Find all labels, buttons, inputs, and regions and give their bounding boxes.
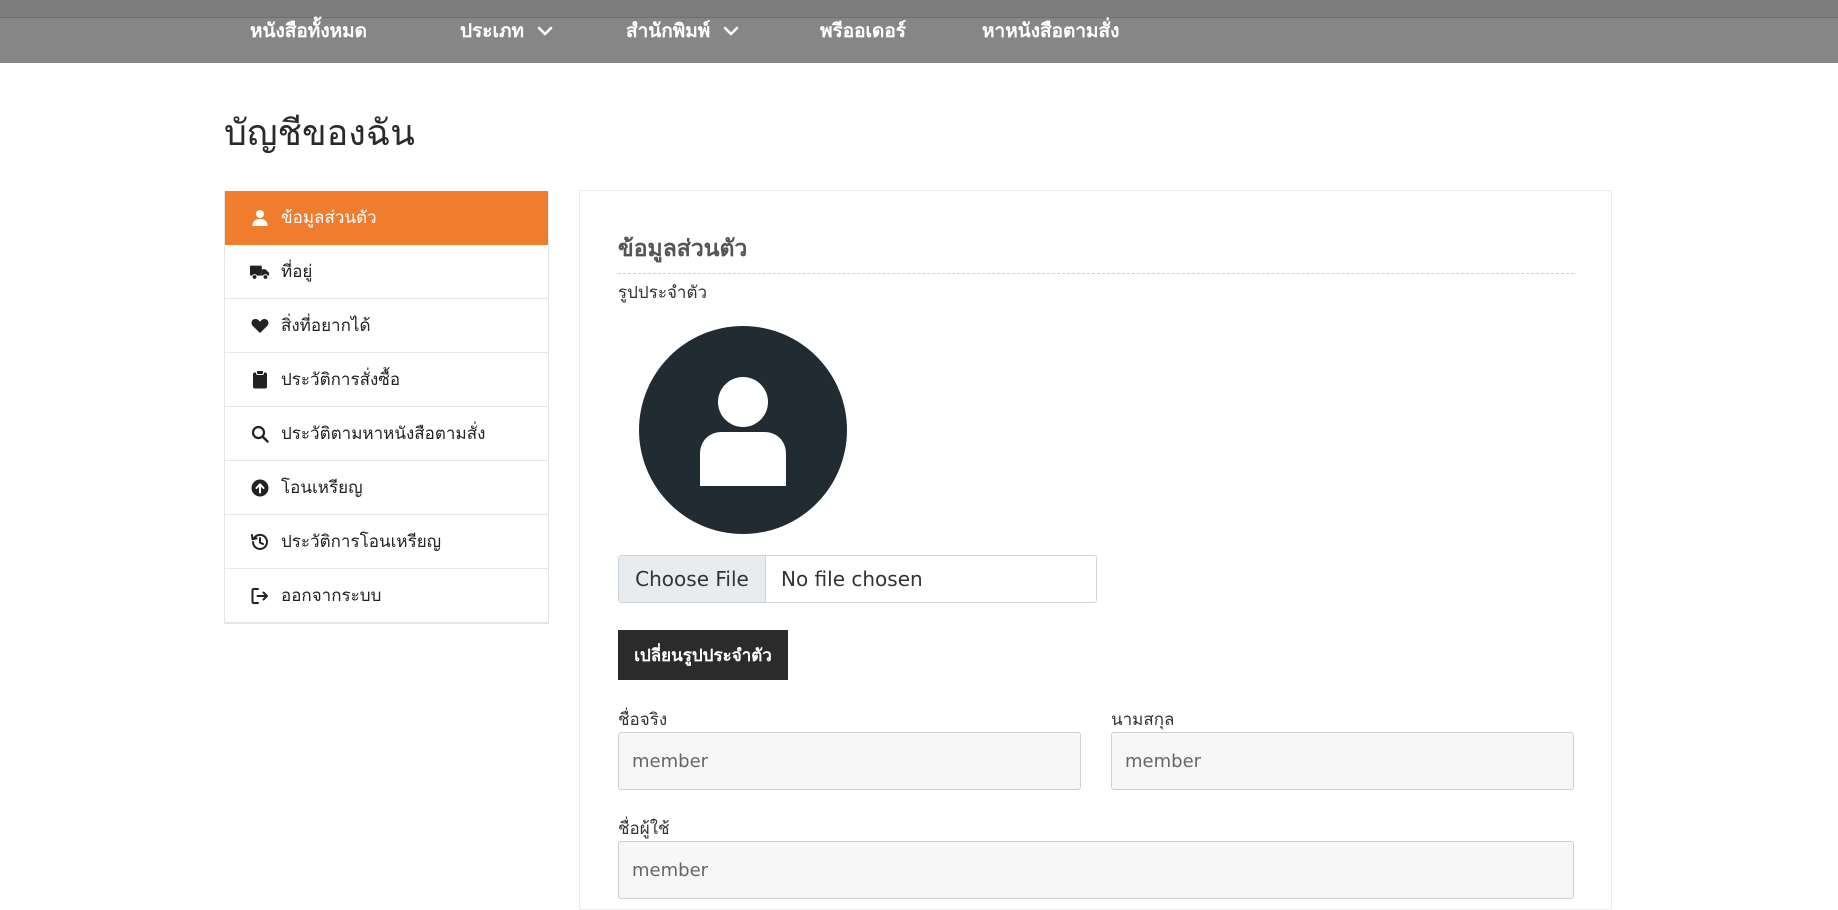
nav-all-books-label: หนังสือทั้งหมด — [250, 20, 367, 42]
sidebar-item-label: ที่อยู่ — [281, 262, 313, 282]
section-title: ข้อมูลส่วนตัว — [618, 236, 748, 262]
sidebar-item-wishlist[interactable]: สิ่งที่อยากได้ — [225, 299, 548, 353]
truck-icon — [250, 262, 270, 282]
nav-publisher[interactable]: สำนักพิมพ์ — [626, 17, 740, 45]
file-status: No file chosen — [781, 567, 923, 591]
sidebar-item-label: ประวัติการโอนเหรียญ — [281, 532, 442, 552]
history-icon — [250, 532, 270, 552]
avatar-file-input[interactable]: Choose File No file chosen — [618, 555, 1097, 603]
nav-category-label: ประเภท — [460, 20, 525, 42]
chevron-down-icon — [536, 22, 554, 40]
nav-all-books[interactable]: หนังสือทั้งหมด — [250, 17, 367, 45]
sidebar-item-label: โอนเหรียญ — [281, 478, 363, 498]
first-name-label: ชื่อจริง — [618, 710, 668, 730]
nav-find-book-label: หาหนังสือตามสั่ง — [982, 20, 1120, 42]
sidebar-item-transfer-coins[interactable]: โอนเหรียญ — [225, 461, 548, 515]
sidebar-item-label: ประวัติการสั่งซื้อ — [281, 370, 401, 390]
sidebar-item-label: ข้อมูลส่วนตัว — [281, 208, 377, 228]
account-sidebar: ข้อมูลส่วนตัว ที่อยู่ สิ่งที่อยากได้ ประ… — [224, 191, 549, 624]
sidebar-item-logout[interactable]: ออกจากระบบ — [225, 569, 548, 623]
profile-panel: ข้อมูลส่วนตัว รูปประจำตัว Choose File No… — [579, 190, 1612, 910]
sidebar-item-search-history[interactable]: ประวัติตามหาหนังสือตามสั่ง — [225, 407, 548, 461]
sidebar-item-label: ประวัติตามหาหนังสือตามสั่ง — [281, 424, 486, 444]
nav-publisher-label: สำนักพิมพ์ — [626, 20, 711, 42]
sidebar-item-transfer-history[interactable]: ประวัติการโอนเหรียญ — [225, 515, 548, 569]
last-name-field[interactable]: member — [1111, 732, 1574, 790]
last-name-label: นามสกุล — [1111, 710, 1175, 730]
page-title: บัญชีของฉัน — [224, 113, 415, 154]
first-name-value: member — [632, 750, 709, 772]
last-name-value: member — [1125, 750, 1202, 772]
sidebar-item-profile[interactable]: ข้อมูลส่วนตัว — [225, 191, 548, 245]
avatar-label: รูปประจำตัว — [618, 283, 708, 303]
username-field[interactable]: member — [618, 841, 1574, 899]
nav-preorder[interactable]: พรีออเดอร์ — [820, 17, 906, 45]
top-navbar: หนังสือทั้งหมด ประเภท สำนักพิมพ์ พรีออเด… — [0, 0, 1838, 63]
search-icon — [250, 424, 270, 444]
change-avatar-button[interactable]: เปลี่ยนรูปประจำตัว — [618, 630, 788, 680]
user-avatar-icon — [700, 377, 786, 486]
sidebar-item-label: สิ่งที่อยากได้ — [281, 316, 371, 336]
sidebar-item-label: ออกจากระบบ — [281, 586, 382, 606]
first-name-field[interactable]: member — [618, 732, 1081, 790]
choose-file-button[interactable]: Choose File — [619, 556, 766, 602]
sidebar-item-address[interactable]: ที่อยู่ — [225, 245, 548, 299]
logout-icon — [250, 586, 270, 606]
nav-find-book[interactable]: หาหนังสือตามสั่ง — [982, 17, 1119, 45]
heart-icon — [250, 316, 270, 336]
upload-circle-icon — [250, 478, 270, 498]
avatar — [639, 326, 847, 534]
clipboard-icon — [250, 370, 270, 390]
nav-category[interactable]: ประเภท — [460, 17, 554, 45]
section-divider — [618, 273, 1574, 274]
nav-preorder-label: พรีออเดอร์ — [820, 20, 907, 42]
sidebar-item-order-history[interactable]: ประวัติการสั่งซื้อ — [225, 353, 548, 407]
chevron-down-icon — [722, 22, 740, 40]
user-icon — [250, 208, 270, 228]
username-label: ชื่อผู้ใช้ — [618, 819, 670, 839]
username-value: member — [632, 859, 709, 881]
